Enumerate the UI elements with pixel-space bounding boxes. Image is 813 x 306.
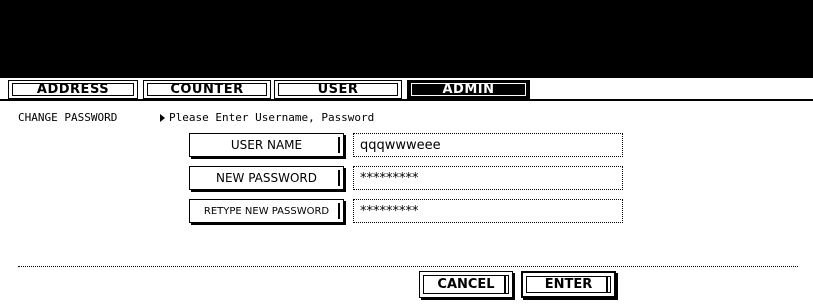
- tab-admin[interactable]: ADMIN: [407, 80, 530, 99]
- user-name-value: qqqwwweee: [360, 137, 441, 153]
- new-password-label: NEW PASSWORD: [215, 171, 318, 185]
- play-arrow-icon: [160, 114, 165, 122]
- tab-underline: [0, 99, 813, 101]
- top-header-bar: [0, 0, 813, 78]
- instruction-text: Please Enter Username, Password: [169, 111, 375, 124]
- tab-address-label: ADDRESS: [36, 82, 110, 97]
- new-password-button[interactable]: NEW PASSWORD: [189, 166, 344, 190]
- user-name-field[interactable]: qqqwwweee: [353, 133, 623, 157]
- section-title: CHANGE PASSWORD: [18, 111, 118, 124]
- user-name-button[interactable]: USER NAME: [189, 133, 344, 157]
- tab-user-label: USER: [317, 82, 359, 97]
- retype-password-field[interactable]: *********: [353, 199, 623, 223]
- cancel-label: CANCEL: [437, 277, 495, 292]
- enter-button[interactable]: ENTER: [521, 271, 616, 298]
- tab-user[interactable]: USER: [274, 80, 402, 99]
- cancel-button[interactable]: CANCEL: [419, 271, 513, 298]
- instruction-prompt: Please Enter Username, Password: [160, 111, 374, 124]
- new-password-field[interactable]: *********: [353, 166, 623, 190]
- tab-counter[interactable]: COUNTER: [143, 80, 271, 99]
- retype-password-label: RETYPE NEW PASSWORD: [203, 205, 330, 217]
- divider: [18, 266, 798, 267]
- tab-admin-label: ADMIN: [442, 82, 495, 97]
- new-password-value: *********: [360, 170, 419, 186]
- retype-password-button[interactable]: RETYPE NEW PASSWORD: [189, 199, 344, 223]
- tab-counter-label: COUNTER: [170, 82, 244, 97]
- user-name-label: USER NAME: [230, 138, 303, 152]
- tab-address[interactable]: ADDRESS: [8, 80, 138, 99]
- retype-password-value: *********: [360, 203, 419, 219]
- enter-label: ENTER: [544, 277, 593, 292]
